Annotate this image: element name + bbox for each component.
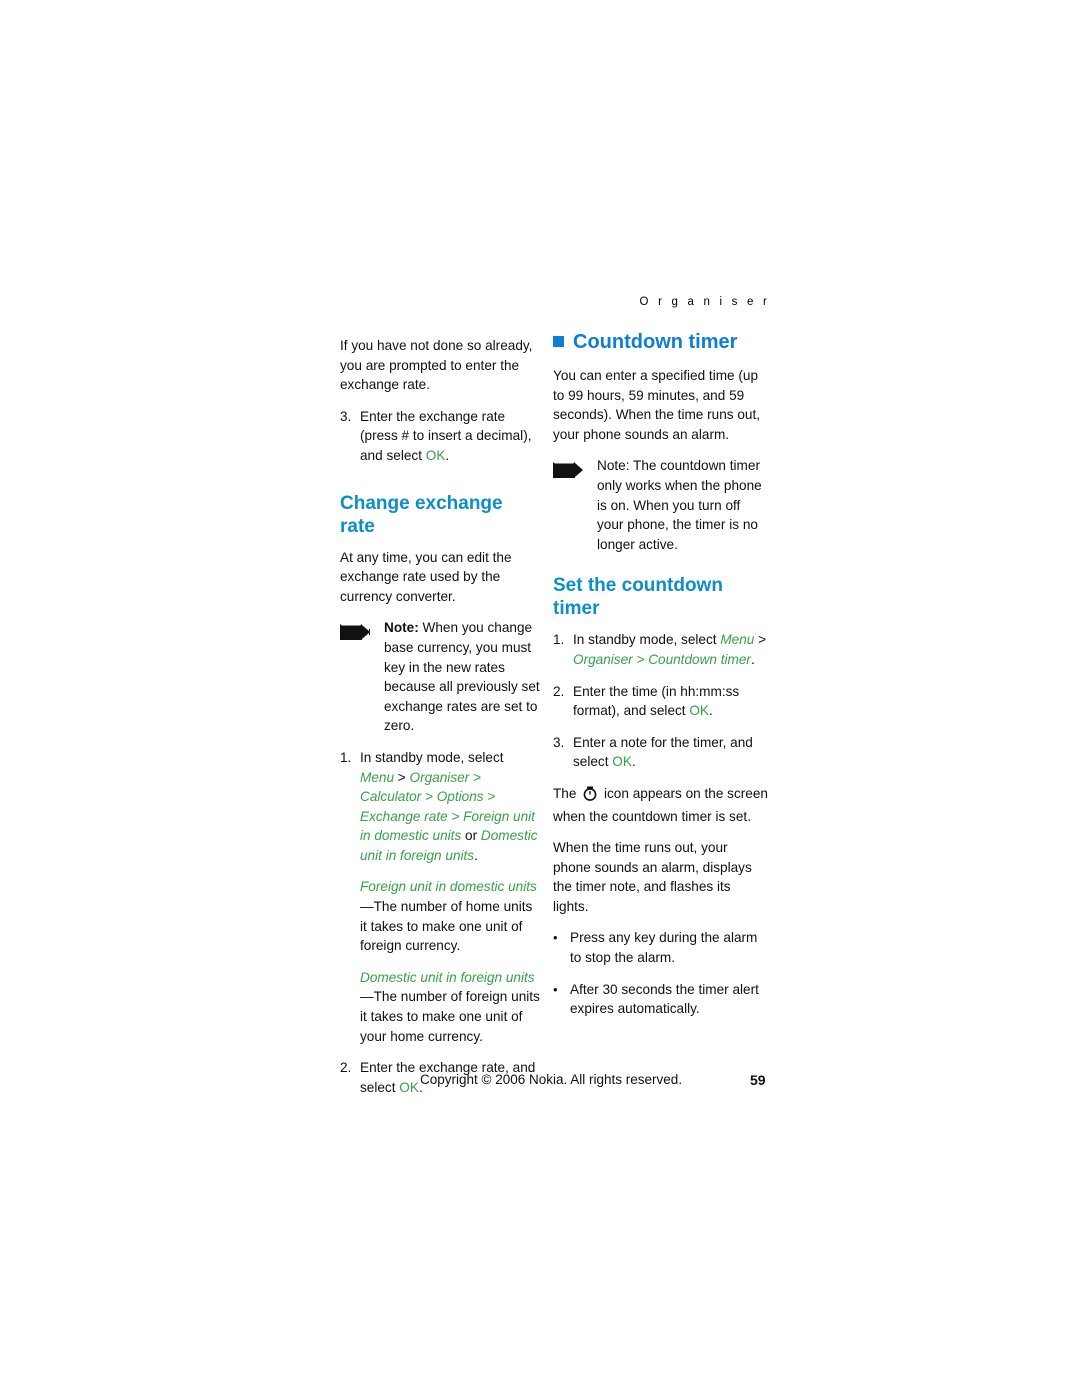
right-step-3: 3. Enter a note for the timer, and selec… bbox=[553, 733, 768, 772]
menu-path-menu: Menu bbox=[720, 632, 755, 648]
definition-domestic-term: Domestic unit in foreign units bbox=[360, 969, 535, 985]
left-intro-paragraph: If you have not done so already, you are… bbox=[340, 338, 533, 393]
running-head: O r g a n i s e r bbox=[639, 296, 770, 308]
left-step-1: 1. In standby mode, select Menu > Organi… bbox=[340, 748, 540, 866]
right-step-3-number: 3. bbox=[553, 734, 565, 750]
sep-3: > bbox=[421, 789, 437, 805]
right-step-3-pre: Enter a note for the timer, and select bbox=[573, 734, 753, 770]
menu-path-menu: Menu bbox=[360, 769, 395, 785]
page-number: 59 bbox=[750, 1072, 766, 1088]
left-step-3: 3. Enter the exchange rate (press # to i… bbox=[340, 407, 540, 466]
definition-foreign-dash: —The bbox=[360, 899, 398, 915]
right-sep-2: > bbox=[632, 651, 649, 667]
left-note-label: Note: bbox=[384, 620, 419, 636]
heading-set-countdown-timer: Set the countdown timer bbox=[553, 575, 723, 620]
right-step-2-end: . bbox=[709, 703, 713, 719]
left-note-block: Note: When you change base currency, you… bbox=[340, 618, 540, 736]
left-step-3-hash: # bbox=[401, 428, 410, 444]
heading-countdown-timer-label: Countdown timer bbox=[573, 331, 738, 353]
menu-path-calculator: Calculator bbox=[360, 789, 422, 805]
menu-path-period: . bbox=[474, 847, 478, 863]
menu-path-options: Options bbox=[436, 789, 484, 805]
right-note-text: Note: The countdown timer only works whe… bbox=[597, 456, 768, 554]
note-icon bbox=[340, 618, 384, 736]
right-paragraph-1: You can enter a specified time (up to 99… bbox=[553, 368, 761, 442]
left-step-2-ok: OK bbox=[399, 1079, 419, 1095]
manual-page: O r g a n i s e r If you have not done s… bbox=[0, 0, 1080, 1397]
right-step-2: 2. Enter the time (in hh:mm:ss format), … bbox=[553, 682, 768, 721]
right-step-3-text: Enter a note for the timer, and select O… bbox=[573, 733, 768, 772]
definition-foreign-term: Foreign unit in domestic units bbox=[360, 879, 537, 895]
right-step-2-text: Enter the time (in hh:mm:ss format), and… bbox=[573, 682, 768, 721]
right-step-2-number: 2. bbox=[553, 683, 565, 699]
menu-path-or: or bbox=[461, 828, 481, 844]
left-step-1-pre: In standby mode, select bbox=[360, 749, 504, 765]
menu-path-organiser: Organiser bbox=[573, 651, 633, 667]
right-note-label: Note: bbox=[597, 458, 630, 474]
right-step-1-text: In standby mode, select Menu > Organiser… bbox=[573, 630, 768, 669]
left-paragraph-2: At any time, you can edit the exchange r… bbox=[340, 549, 512, 604]
left-step-3-end: . bbox=[445, 447, 450, 463]
bullet-glyph: • bbox=[553, 930, 558, 946]
left-step-2-number: 2. bbox=[340, 1060, 352, 1076]
right-step-3-ok: OK bbox=[612, 754, 632, 770]
sep-2: > bbox=[469, 769, 481, 785]
right-bullet-1-text: Press any key during the alarm to stop t… bbox=[570, 930, 758, 966]
definition-foreign-unit: Foreign unit in domestic units—The numbe… bbox=[360, 877, 540, 955]
note-icon bbox=[553, 456, 597, 554]
left-column: If you have not done so already, you are… bbox=[340, 336, 540, 1109]
right-step-1-end: . bbox=[750, 651, 755, 667]
left-step-1-text: In standby mode, select Menu > Organiser… bbox=[360, 748, 540, 866]
left-step-1-number: 1. bbox=[340, 749, 352, 765]
menu-path-exchange-rate: Exchange rate bbox=[360, 808, 448, 824]
right-step-3-end: . bbox=[631, 754, 636, 770]
countdown-timer-icon bbox=[583, 786, 597, 807]
right-step-1-pre: In standby mode, select bbox=[573, 632, 721, 648]
sep-5: > bbox=[447, 808, 464, 824]
right-note-block: Note: The countdown timer only works whe… bbox=[553, 456, 768, 554]
definition-domestic-dash: —The bbox=[360, 989, 398, 1005]
menu-path-countdown-timer: Countdown timer bbox=[648, 651, 751, 667]
left-note-text: Note: When you change base currency, you… bbox=[384, 618, 540, 736]
right-bullet-2-text: After 30 seconds the timer alert expires… bbox=[570, 981, 759, 1017]
menu-path-organiser: Organiser bbox=[409, 769, 470, 785]
left-step-3-text: Enter the exchange rate (press # to inse… bbox=[360, 407, 540, 466]
sep-4: > bbox=[483, 789, 496, 805]
left-step-3-number: 3. bbox=[340, 408, 352, 424]
copyright-notice: Copyright © 2006 Nokia. All rights reser… bbox=[420, 1072, 683, 1087]
right-paragraph-3: When the time runs out, your phone sound… bbox=[553, 840, 752, 914]
right-step-2-pre: Enter the time (in hh:mm:ss format), and… bbox=[573, 683, 740, 719]
sep-1: > bbox=[394, 769, 410, 785]
bullet-glyph: • bbox=[553, 981, 558, 997]
heading-countdown-timer: Countdown timer bbox=[553, 330, 768, 354]
right-step-1-number: 1. bbox=[553, 632, 565, 648]
left-step-3-ok: OK bbox=[425, 447, 446, 463]
definition-domestic-unit: Domestic unit in foreign units—The numbe… bbox=[360, 968, 540, 1046]
right-step-1: 1. In standby mode, select Menu > Organi… bbox=[553, 630, 768, 669]
right-step-2-ok: OK bbox=[689, 703, 709, 719]
right-column: Countdown timer You can enter a specifie… bbox=[553, 330, 768, 1031]
right-sep-1: > bbox=[754, 632, 767, 648]
right-paragraph-2: The icon appears on the screen when the … bbox=[553, 784, 768, 826]
right-paragraph-2-pre: The bbox=[553, 785, 581, 801]
heading-change-exchange-rate: Change exchange rate bbox=[340, 492, 503, 537]
right-bullet-1: • Press any key during the alarm to stop… bbox=[553, 928, 768, 967]
section-marker-square bbox=[553, 335, 564, 347]
right-bullet-2: • After 30 seconds the timer alert expir… bbox=[553, 980, 768, 1019]
left-note-body: When you change base currency, you must … bbox=[384, 620, 540, 734]
